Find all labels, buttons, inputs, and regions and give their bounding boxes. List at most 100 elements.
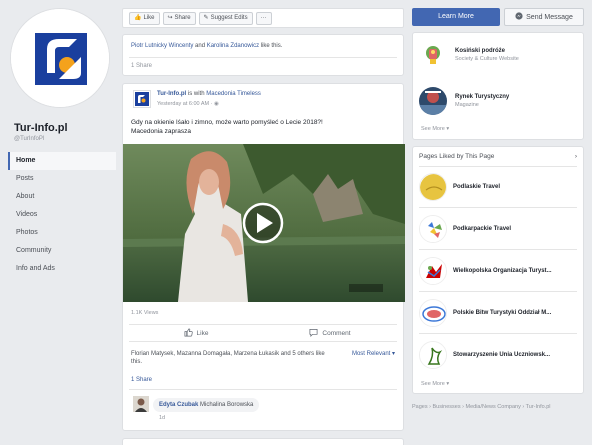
pages-liked-header: Pages Liked by This Page › — [419, 147, 577, 167]
liked-page-item[interactable]: Stowarzyszenie Unia Uczniowsk... — [419, 341, 550, 369]
post-timestamp[interactable]: Yesterday at 6:00 AM · ◉ — [157, 101, 219, 107]
comment-bubble: Edyta Czubak Michalina Borowska — [153, 398, 260, 412]
liked-page-title: Podlaskie Travel — [453, 184, 501, 190]
liked-page-title: Stowarzyszenie Unia Uczniowsk... — [453, 352, 551, 358]
video-post: Tur-Info.pl is with Macedonia Timeless Y… — [122, 83, 405, 431]
post-likers: Piotr Lutnicky Wincenty and Karolina Zda… — [131, 43, 282, 49]
thumbs-up-icon — [184, 328, 193, 339]
tagged-page-name[interactable]: Macedonia Timeless — [206, 91, 261, 97]
divider — [419, 333, 577, 334]
previous-post-footer: Piotr Lutnicky Wincenty and Karolina Zda… — [122, 34, 404, 76]
liked-page-avatar — [419, 215, 447, 243]
thumbs-up-icon: 👍 — [134, 14, 142, 21]
nav-item-posts[interactable]: Posts — [8, 170, 116, 188]
liked-page-avatar — [419, 299, 447, 327]
post-author-avatar[interactable] — [133, 90, 151, 108]
divider — [419, 207, 577, 208]
most-relevant-dropdown[interactable]: Most Relevant ▾ — [352, 350, 395, 357]
shares-count[interactable]: 1 Share — [131, 63, 152, 69]
nav-item-about[interactable]: About — [8, 188, 116, 206]
post-text: Gdy na okienie lśało i zimno, może warto… — [131, 118, 391, 136]
related-page-title: Rynek Turystyczny — [455, 94, 510, 100]
post-author-name[interactable]: Tur-Info.pl — [157, 91, 186, 97]
nav-item-community[interactable]: Community — [8, 242, 116, 260]
post-actions: Like Comment — [129, 324, 397, 342]
pencil-icon: ✎ — [203, 14, 209, 21]
nav-item-info-and-ads[interactable]: Info and Ads — [8, 260, 116, 278]
send-message-button[interactable]: Send Message — [504, 8, 584, 26]
video-player[interactable] — [123, 144, 405, 302]
share-page-button[interactable]: ↪ Share — [162, 11, 196, 25]
learn-more-button[interactable]: Learn More — [412, 8, 500, 26]
liked-page-title: Polskie Bitw Turystyki Oddział M... — [453, 310, 552, 316]
pages-liked-card: Pages Liked by This Page › Podlaskie Tra… — [412, 146, 584, 394]
liked-page-item[interactable]: Wielkopolska Organizacja Turyst... — [419, 257, 552, 285]
see-more-related[interactable]: See More ▾ — [421, 126, 449, 132]
comment-icon — [309, 328, 318, 339]
post-text-line: Macedonia zaprasza — [131, 128, 191, 135]
send-message-label: Send Message — [526, 13, 573, 21]
like-post-button[interactable]: Like — [129, 325, 263, 341]
like-page-label: Like — [143, 14, 155, 21]
page-action-bar: 👍 Like ↪ Share ✎ Suggest Edits ··· — [122, 8, 404, 28]
related-page-category: Society & Culture Website — [455, 56, 519, 62]
nav-item-videos[interactable]: Videos — [8, 206, 116, 224]
related-page-category: Magazine — [455, 102, 479, 108]
page-handle[interactable]: @TurInfoPl — [14, 136, 116, 142]
likers-tail: like this. — [260, 43, 283, 49]
comment-text[interactable]: Michalina Borowska — [200, 402, 253, 408]
liked-page-avatar — [419, 173, 447, 201]
liked-page-item[interactable]: Podkarpackie Travel — [419, 215, 511, 243]
commenter-avatar[interactable] — [133, 396, 149, 412]
globe-icon: ◉ — [213, 101, 219, 107]
tur-info-logo-icon — [135, 92, 149, 106]
liker-name[interactable]: Piotr Lutnicky Wincenty — [131, 43, 193, 49]
post-reactors[interactable]: Florian Matysek, Mazanna Domagała, Marze… — [131, 350, 331, 366]
post-with-text: is with — [187, 91, 205, 97]
breadcrumb[interactable]: Pages › Businesses › Media/News Company … — [412, 403, 584, 412]
related-page-item[interactable]: Kosiński podróże Society & Culture Websi… — [419, 41, 519, 69]
related-page-item[interactable]: Rynek Turystyczny Magazine — [419, 87, 509, 115]
page-title: Tur-Info.pl — [14, 122, 68, 134]
suggest-edits-button[interactable]: ✎ Suggest Edits — [198, 11, 253, 25]
messenger-icon — [515, 12, 523, 22]
liked-page-title: Wielkopolska Organizacja Turyst... — [453, 268, 552, 274]
suggest-edits-label: Suggest Edits — [210, 14, 248, 21]
video-thumbnail — [123, 144, 405, 302]
liked-page-avatar — [419, 341, 447, 369]
related-page-avatar — [419, 41, 447, 69]
comment-post-button[interactable]: Comment — [263, 325, 397, 341]
related-page-avatar — [419, 87, 447, 115]
related-page-title: Kosiński podróże — [455, 48, 506, 54]
pages-liked-title[interactable]: Pages Liked by This Page — [419, 153, 494, 160]
divider — [419, 291, 577, 292]
view-count: 1.1K Views — [131, 310, 159, 316]
like-page-button[interactable]: 👍 Like — [129, 11, 160, 25]
post-shares-count[interactable]: 1 Share — [131, 377, 152, 383]
post-author-line: Tur-Info.pl is with Macedonia Timeless — [157, 91, 261, 97]
liked-page-avatar — [419, 257, 447, 285]
nav-item-photos[interactable]: Photos — [8, 224, 116, 242]
liked-page-item[interactable]: Podlaskie Travel — [419, 173, 500, 201]
more-options-button[interactable]: ··· — [255, 11, 272, 25]
liked-page-title: Podkarpackie Travel — [453, 226, 512, 232]
left-column: Tur-Info.pl @TurInfoPl Home Posts About … — [8, 8, 116, 278]
likers-and: and — [195, 43, 206, 49]
page-nav: Home Posts About Videos Photos Community… — [8, 152, 116, 278]
tur-info-logo-icon — [11, 9, 109, 107]
related-pages-card: Kosiński podróże Society & Culture Websi… — [412, 32, 584, 140]
post-time-text: Yesterday at 6:00 AM · — [157, 101, 214, 107]
comment-meta: 1d — [159, 415, 166, 421]
share-page-label: Share — [174, 14, 191, 21]
profile-picture[interactable] — [10, 8, 110, 108]
see-more-liked-pages[interactable]: See More ▾ — [421, 381, 449, 387]
post-text-line: Gdy na okienie lśało i zimno, może warto… — [131, 119, 323, 126]
chevron-right-icon[interactable]: › — [575, 153, 577, 160]
nav-item-home[interactable]: Home — [8, 152, 116, 170]
share-icon: ↪ — [167, 14, 173, 21]
divider — [129, 57, 397, 58]
commenter-name[interactable]: Edyta Czubak — [159, 402, 198, 408]
liked-page-item[interactable]: Polskie Bitw Turystyki Oddział M... — [419, 299, 551, 327]
comment-post-label: Comment — [322, 329, 351, 337]
liker-name[interactable]: Karolina Zdanowicz — [207, 43, 259, 49]
